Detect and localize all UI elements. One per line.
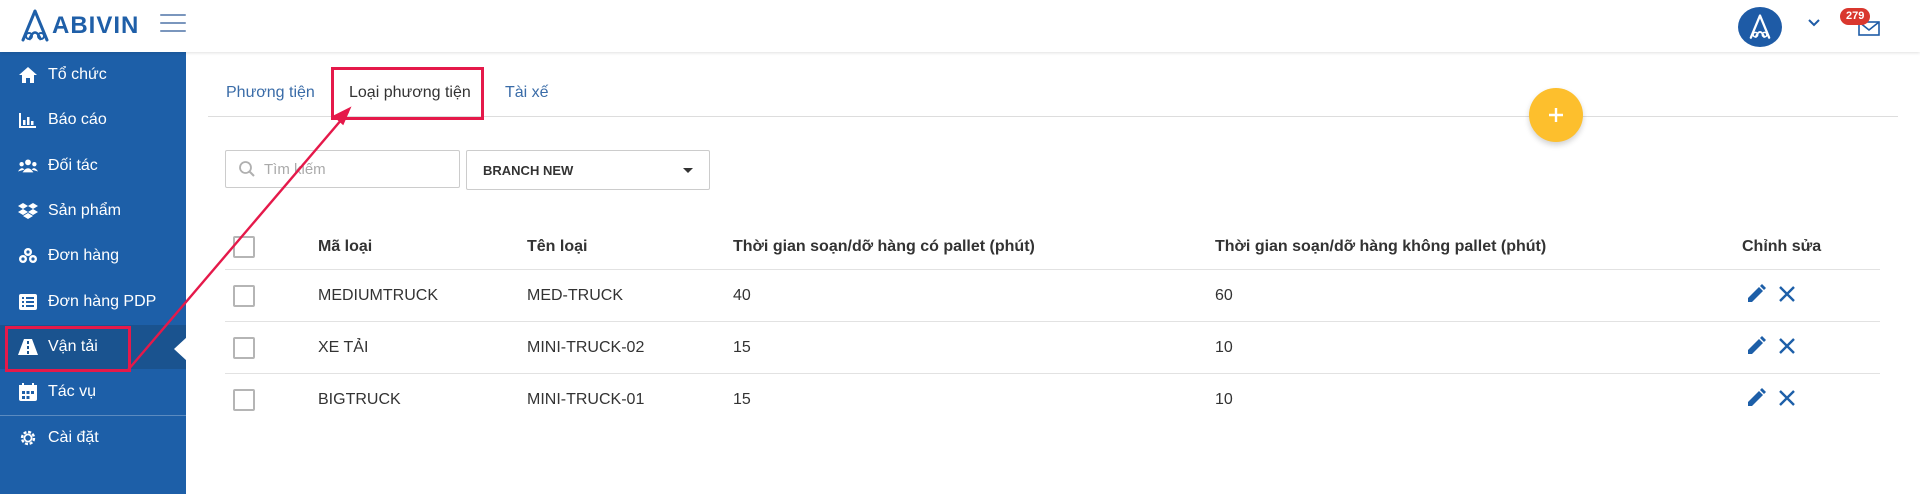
sidebar-item-label: Đối tác xyxy=(48,157,98,174)
cell-no-pallet-time: 10 xyxy=(1215,391,1233,408)
select-all-checkbox[interactable] xyxy=(233,236,255,258)
search-input[interactable] xyxy=(264,160,454,178)
plus-icon xyxy=(1549,108,1563,122)
sidebar-item-label: Đơn hàng PDP xyxy=(48,293,157,310)
calendar-icon xyxy=(18,382,38,402)
add-button[interactable] xyxy=(1529,88,1583,142)
sidebar-item-settings[interactable]: Cài đặt xyxy=(0,416,186,460)
cell-code: XE TẢI xyxy=(318,339,369,356)
cell-name: MED-TRUCK xyxy=(527,287,623,304)
search-box xyxy=(225,150,460,188)
sidebar-item-label: Sản phẩm xyxy=(48,202,121,219)
column-header-code: Mã loại xyxy=(318,238,373,255)
delete-x-icon[interactable] xyxy=(1775,282,1799,306)
sidebar-item-pdp-orders[interactable]: Đơn hàng PDP xyxy=(0,280,186,324)
row-checkbox[interactable] xyxy=(233,337,255,359)
home-icon xyxy=(18,65,38,85)
users-icon xyxy=(18,156,38,176)
tab-vehicles[interactable]: Phương tiện xyxy=(226,84,315,102)
branch-select[interactable]: BRANCH NEW xyxy=(466,150,710,190)
sidebar-item-label: Báo cáo xyxy=(48,111,107,128)
column-header-edit: Chỉnh sửa xyxy=(1742,238,1822,255)
cell-no-pallet-time: 60 xyxy=(1215,287,1233,304)
sidebar-item-tasks[interactable]: Tác vụ xyxy=(0,370,186,414)
header-divider xyxy=(225,269,1880,270)
chart-icon xyxy=(18,110,38,130)
edit-pencil-icon[interactable] xyxy=(1744,282,1768,306)
dropbox-icon xyxy=(18,201,38,221)
cell-pallet-time: 15 xyxy=(733,391,751,408)
avatar[interactable] xyxy=(1738,7,1782,47)
row-checkbox[interactable] xyxy=(233,285,255,307)
top-bar: ABIVIN 279 xyxy=(0,0,1920,52)
sidebar-item-label: Tổ chức xyxy=(48,66,107,83)
active-indicator xyxy=(174,337,187,361)
edit-pencil-icon[interactable] xyxy=(1744,334,1768,358)
logo[interactable]: ABIVIN xyxy=(20,8,139,44)
cubes-icon xyxy=(18,246,38,266)
cell-name: MINI-TRUCK-01 xyxy=(527,391,645,408)
abivin-logo-icon xyxy=(21,9,49,42)
row-checkbox[interactable] xyxy=(233,389,255,411)
brand-name: ABIVIN xyxy=(52,12,140,39)
cell-pallet-time: 15 xyxy=(733,339,751,356)
cell-pallet-time: 40 xyxy=(733,287,751,304)
cell-name: MINI-TRUCK-02 xyxy=(527,339,645,356)
row-divider xyxy=(225,321,1880,322)
highlight-transport xyxy=(5,326,131,372)
sidebar-item-label: Tác vụ xyxy=(48,383,97,400)
tab-drivers[interactable]: Tài xế xyxy=(505,84,549,102)
delete-x-icon[interactable] xyxy=(1775,386,1799,410)
cell-code: BIGTRUCK xyxy=(318,391,401,408)
sidebar-item-products[interactable]: Sản phẩm xyxy=(0,189,186,233)
gear-icon xyxy=(18,428,38,448)
caret-down-icon xyxy=(683,168,693,173)
sidebar-item-partners[interactable]: Đối tác xyxy=(0,144,186,188)
column-header-no-pallet-time: Thời gian soạn/dỡ hàng không pallet (phú… xyxy=(1215,238,1547,255)
row-divider xyxy=(225,373,1880,374)
notification-badge: 279 xyxy=(1840,8,1871,25)
sidebar-item-label: Cài đặt xyxy=(48,429,99,446)
abivin-logo-icon xyxy=(1749,14,1771,39)
sidebar-item-reports[interactable]: Báo cáo xyxy=(0,98,186,142)
delete-x-icon[interactable] xyxy=(1775,334,1799,358)
account-dropdown-icon[interactable] xyxy=(1808,16,1820,30)
highlight-vehicle-types-tab xyxy=(331,67,484,120)
sidebar-item-label: Đơn hàng xyxy=(48,247,119,264)
branch-select-value: BRANCH NEW xyxy=(483,162,574,178)
cell-code: MEDIUMTRUCK xyxy=(318,287,438,304)
sidebar-item-organization[interactable]: Tổ chức xyxy=(0,53,186,97)
search-icon xyxy=(239,161,255,177)
column-header-pallet-time: Thời gian soạn/dỡ hàng có pallet (phút) xyxy=(733,238,1035,255)
cell-no-pallet-time: 10 xyxy=(1215,339,1233,356)
menu-toggle-icon[interactable] xyxy=(160,14,186,34)
edit-pencil-icon[interactable] xyxy=(1744,386,1768,410)
column-header-name: Tên loại xyxy=(527,238,588,255)
list-icon xyxy=(18,292,38,312)
sidebar-item-orders[interactable]: Đơn hàng xyxy=(0,234,186,278)
